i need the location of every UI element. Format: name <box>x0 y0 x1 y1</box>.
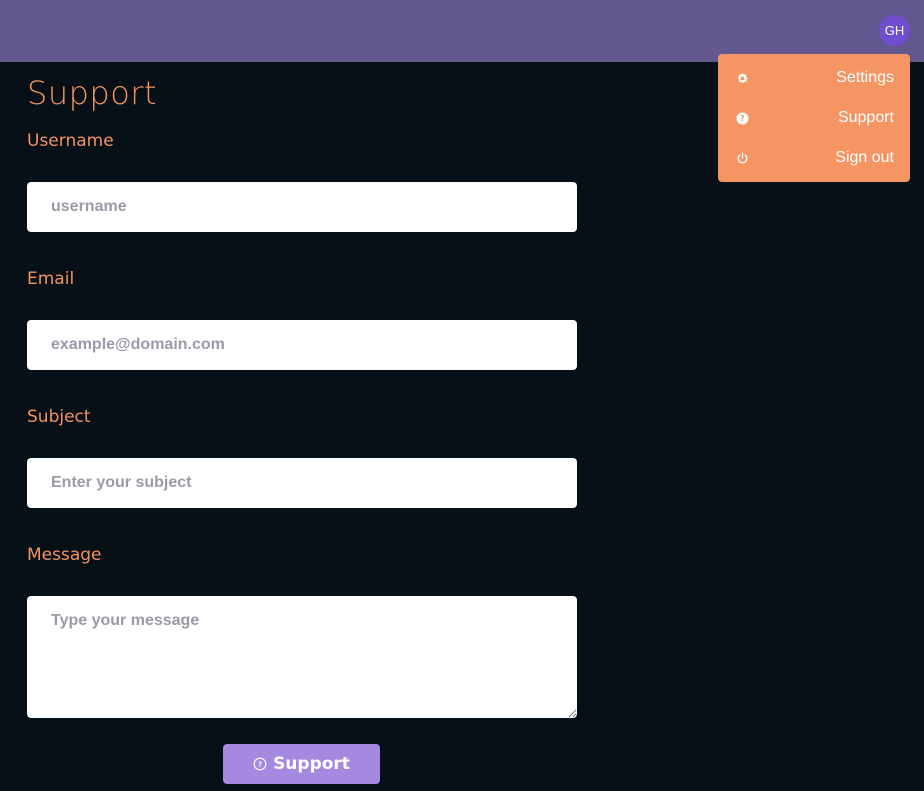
page-title: Support <box>27 74 157 112</box>
menu-item-support[interactable]: ? Support <box>718 98 910 138</box>
message-label: Message <box>27 545 102 565</box>
menu-item-label: Support <box>837 109 894 126</box>
avatar-initials: GH <box>884 23 905 38</box>
username-input[interactable] <box>27 182 577 232</box>
support-submit-button[interactable]: ? Support <box>223 744 380 784</box>
message-textarea[interactable] <box>27 596 577 718</box>
subject-label: Subject <box>27 407 91 427</box>
user-dropdown-menu: Settings ? Support Sign out <box>718 54 910 182</box>
username-label: Username <box>27 131 114 151</box>
svg-text:?: ? <box>258 761 262 769</box>
menu-item-label: Sign out <box>835 149 894 166</box>
power-icon <box>735 151 749 165</box>
user-avatar[interactable]: GH <box>879 15 910 46</box>
subject-input[interactable] <box>27 458 577 508</box>
question-circle-icon: ? <box>253 757 267 771</box>
top-bar: GH <box>0 0 924 62</box>
menu-item-settings[interactable]: Settings <box>718 58 910 98</box>
menu-item-label: Settings <box>836 69 894 86</box>
svg-text:?: ? <box>740 114 744 123</box>
question-circle-icon: ? <box>735 111 749 125</box>
email-label: Email <box>27 269 75 289</box>
support-button-label: Support <box>273 754 350 774</box>
menu-item-sign-out[interactable]: Sign out <box>718 138 910 178</box>
gear-icon <box>735 71 749 85</box>
email-input[interactable] <box>27 320 577 370</box>
